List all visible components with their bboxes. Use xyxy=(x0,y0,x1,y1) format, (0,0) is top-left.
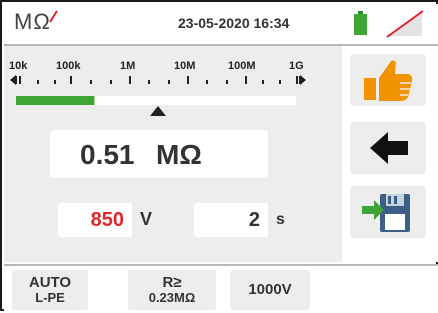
scale-bar-fill xyxy=(16,96,95,105)
measured-value: 0.51 xyxy=(80,139,135,170)
scale-label-1g: 1G xyxy=(289,60,304,72)
scale-ticks xyxy=(19,76,298,84)
date-time: 23-05-2020 16:34 xyxy=(178,15,290,31)
measurement-panel: 10k 100k 1M 10M 100M 1G 0.51 MΩ 850 V 2 … xyxy=(4,46,342,262)
status-bar: MΩ 23-05-2020 16:34 xyxy=(4,4,438,46)
test-time-display: 2 xyxy=(194,203,268,237)
battery-full-icon xyxy=(354,11,367,35)
thumbs-up-icon xyxy=(364,60,413,101)
test-time-unit: s xyxy=(276,211,285,228)
test-mode-key[interactable]: AUTO L-PE xyxy=(12,270,88,310)
limit-line1: R≥ xyxy=(162,274,182,291)
scale-label-100m: 100M xyxy=(228,60,256,72)
instrument-screen: MΩ 23-05-2020 16:34 10k 100k 1M 10M 100M… xyxy=(0,0,438,313)
test-voltage-display: 850 xyxy=(58,203,132,237)
scale-label-100k: 100k xyxy=(56,60,81,72)
arrow-left-icon xyxy=(370,132,408,164)
test-time-value: 2 xyxy=(248,209,260,231)
result-ok-button[interactable] xyxy=(350,54,426,106)
function-label: MΩ xyxy=(14,9,51,34)
measurement-display: 0.51 MΩ xyxy=(50,130,268,178)
test-voltage-key-label: 1000V xyxy=(248,281,292,298)
signal-off-icon xyxy=(386,10,424,38)
test-voltage-key[interactable]: 1000V xyxy=(230,270,310,310)
scale-label-1m: 1M xyxy=(120,60,136,72)
back-button[interactable] xyxy=(350,122,426,174)
test-mode-line1: AUTO xyxy=(28,274,72,291)
test-mode-line2: L-PE xyxy=(35,290,65,305)
scale-label-10m: 10M xyxy=(174,60,196,72)
soft-key-bar: AUTO L-PE R≥ 0.23MΩ 1000V xyxy=(4,264,438,313)
mode-indicator-icon xyxy=(49,10,58,23)
side-toolbar xyxy=(342,46,438,262)
limit-marker-icon xyxy=(150,106,166,116)
limit-key[interactable]: R≥ 0.23MΩ xyxy=(128,270,216,310)
measured-unit: MΩ xyxy=(156,139,202,170)
test-voltage-unit: V xyxy=(140,209,153,229)
save-button[interactable] xyxy=(350,186,426,238)
scale-label-10k: 10k xyxy=(9,60,28,72)
test-voltage-value: 850 xyxy=(90,209,124,231)
save-to-memory-icon xyxy=(362,194,410,232)
limit-line2: 0.23MΩ xyxy=(148,290,196,305)
